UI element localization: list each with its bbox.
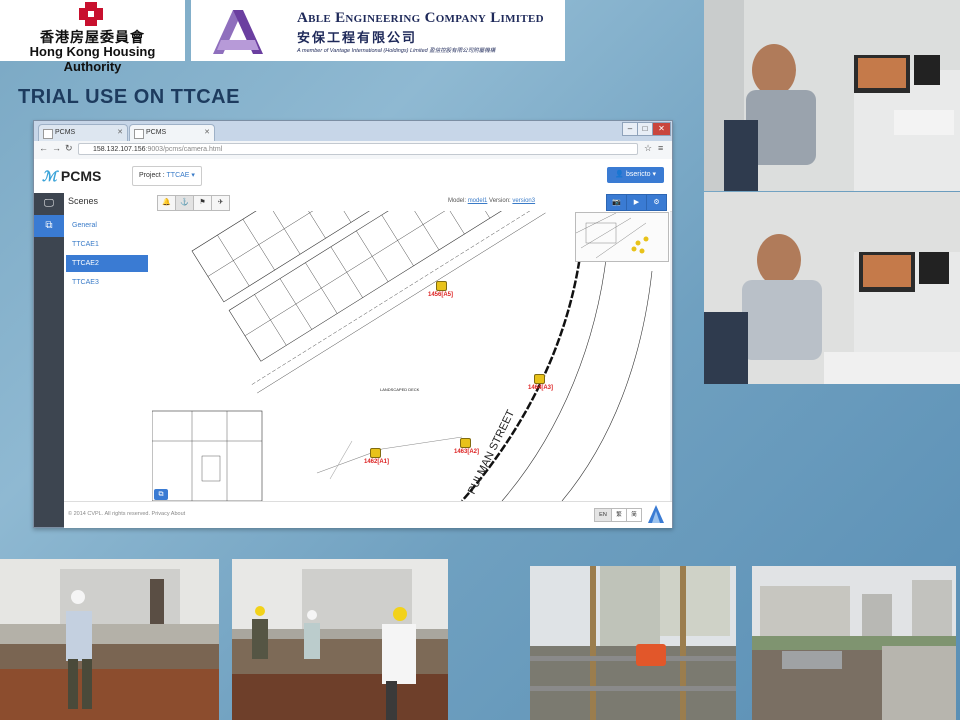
office-scene-image xyxy=(704,192,960,384)
site-photo-3 xyxy=(530,566,736,720)
able-name-zh: 安保工程有限公司 xyxy=(297,31,418,46)
site-photo-1 xyxy=(0,559,219,720)
model-link[interactable]: model1 xyxy=(468,198,488,204)
camera-icon xyxy=(370,448,381,458)
scaffold-camera-image xyxy=(530,566,736,720)
construction-site-image xyxy=(232,559,448,720)
project-value: TTCAE ▾ xyxy=(166,172,195,179)
left-sidebar: 🖵 ⧉ xyxy=(34,193,64,527)
layer-toggle-icon[interactable]: ⧉ xyxy=(154,489,168,500)
minimap-camera-marker xyxy=(631,246,637,252)
site-photo-4 xyxy=(752,566,956,720)
app-header: ℳ PCMS Project : TTCAE ▾ 👤 bsericto ▾ xyxy=(34,159,672,194)
favicon-icon xyxy=(134,129,144,139)
model-prefix: Model: xyxy=(448,198,467,204)
hkha-name-en: Hong Kong Housing Authority xyxy=(29,44,156,74)
camera-icon xyxy=(460,438,471,448)
minimap-camera-marker xyxy=(639,248,645,254)
app-footer: © 2014 CVPL. All rights reserved. Privac… xyxy=(64,501,672,528)
snapshot-button[interactable]: 📷 xyxy=(606,194,627,211)
project-dropdown[interactable]: Project : TTCAE ▾ xyxy=(132,166,202,186)
tab-strip: PCMS ✕ PCMS ✕ – □ ✕ xyxy=(34,121,672,141)
camera-label: 1463[A2] xyxy=(454,449,480,455)
deck-label: LANDSCAPED DECK xyxy=(380,387,420,392)
camera-label: 1462[A1] xyxy=(364,459,390,465)
lang-tc-button[interactable]: 繁 xyxy=(611,508,627,522)
maximize-button[interactable]: □ xyxy=(637,122,653,136)
favicon-icon xyxy=(43,129,53,139)
browser-tab[interactable]: PCMS ✕ xyxy=(38,124,128,141)
scene-item-ttcae3[interactable]: TTCAE3 xyxy=(66,274,148,291)
monitor-icon[interactable]: 🖵 xyxy=(34,193,64,215)
forward-icon[interactable]: → xyxy=(52,143,61,153)
anchor-icon[interactable]: ⚓ xyxy=(175,195,194,211)
minimap-camera-marker xyxy=(643,236,649,242)
scenes-header: Scenes xyxy=(68,196,99,206)
office-photo-1 xyxy=(704,0,960,191)
browser-window: PCMS ✕ PCMS ✕ – □ ✕ ← → ↻ 158.132.107.15… xyxy=(33,120,673,528)
tab-label: PCMS xyxy=(55,129,76,136)
lang-en-button[interactable]: EN xyxy=(594,508,612,522)
site-plan-canvas[interactable]: LANDSCAPED DECK PUI MAN STREET 1456[A5] … xyxy=(152,211,670,501)
pcms-logo[interactable]: ℳ PCMS xyxy=(42,168,101,185)
scene-item-ttcae1[interactable]: TTCAE1 xyxy=(66,236,148,253)
address-bar: ← → ↻ 158.132.107.156:9003/pcms/camera.h… xyxy=(34,141,672,160)
scene-item-ttcae2[interactable]: TTCAE2 xyxy=(66,255,148,272)
minimize-button[interactable]: – xyxy=(622,122,638,136)
model-info: Model: model1 Version: version3 xyxy=(448,198,535,204)
site-photo-2 xyxy=(232,559,448,720)
url-field[interactable]: 158.132.107.156:9003/pcms/camera.html xyxy=(78,143,638,155)
user-menu-button[interactable]: 👤 bsericto ▾ xyxy=(607,167,664,183)
slide-title: TRIAL USE ON TTCAE xyxy=(18,86,240,108)
scenes-panel: Scenes General TTCAE1 TTCAE2 TTCAE3 xyxy=(64,193,153,501)
version-prefix: Version: xyxy=(489,198,511,204)
menu-icon[interactable]: ≡ xyxy=(658,143,663,153)
video-button[interactable]: ▶ xyxy=(626,194,647,211)
reload-icon[interactable]: ↻ xyxy=(65,143,73,154)
office-photo-2 xyxy=(704,192,960,384)
pcms-logo-text: PCMS xyxy=(60,168,102,184)
version-link[interactable]: version3 xyxy=(512,198,535,204)
settings-button[interactable]: ⚙ xyxy=(646,194,667,211)
able-logo: Able Engineering Company Limited 安保工程有限公… xyxy=(191,0,565,61)
minimap[interactable] xyxy=(575,212,669,262)
able-emblem-icon xyxy=(213,10,263,54)
close-tab-icon[interactable]: ✕ xyxy=(117,125,123,141)
construction-site-image xyxy=(0,559,219,720)
bell-icon[interactable]: 🔔 xyxy=(157,195,176,211)
camera-icon xyxy=(436,281,447,291)
hkha-emblem-icon xyxy=(79,2,103,26)
able-tagline: A member of Vantage International (Holdi… xyxy=(297,48,496,54)
project-label: Project : xyxy=(139,172,165,179)
camera-icon xyxy=(534,374,545,384)
minimap-drawing xyxy=(575,212,649,259)
office-scene-image xyxy=(704,0,960,191)
hkha-logo: 香港房屋委員會 Hong Kong Housing Authority xyxy=(0,0,185,74)
camera-label: 1456[A5] xyxy=(428,292,454,298)
footer-text: © 2014 CVPL. All rights reserved. Privac… xyxy=(68,511,186,517)
close-tab-icon[interactable]: ✕ xyxy=(204,125,210,141)
flag-icon[interactable]: ⚑ xyxy=(193,195,212,211)
site-overview-image xyxy=(752,566,956,720)
browser-tab-active[interactable]: PCMS ✕ xyxy=(129,124,215,141)
url-host: 158.132.107.156 xyxy=(93,146,146,153)
lang-sc-button[interactable]: 简 xyxy=(626,508,642,522)
bookmark-star-icon[interactable]: ☆ xyxy=(644,143,652,154)
vendor-logo-icon xyxy=(648,505,664,523)
camera-group-icon[interactable]: ⧉ xyxy=(34,215,64,237)
back-icon[interactable]: ← xyxy=(39,143,48,153)
minimap-camera-marker xyxy=(635,240,641,246)
url-path: :9003/pcms/camera.html xyxy=(145,146,223,153)
tab-label: PCMS xyxy=(146,129,167,136)
drawing-toolbar: 🔔 ⚓ ⚑ ✈ Model: model1 Version: version3 … xyxy=(152,193,672,212)
plane-icon[interactable]: ✈ xyxy=(211,195,230,211)
able-name-en: Able Engineering Company Limited xyxy=(297,10,544,26)
camera-label: 1464[A3] xyxy=(528,385,554,391)
pcms-logo-mark: ℳ xyxy=(42,168,57,184)
close-window-button[interactable]: ✕ xyxy=(652,122,671,136)
scene-item-general[interactable]: General xyxy=(66,217,148,234)
